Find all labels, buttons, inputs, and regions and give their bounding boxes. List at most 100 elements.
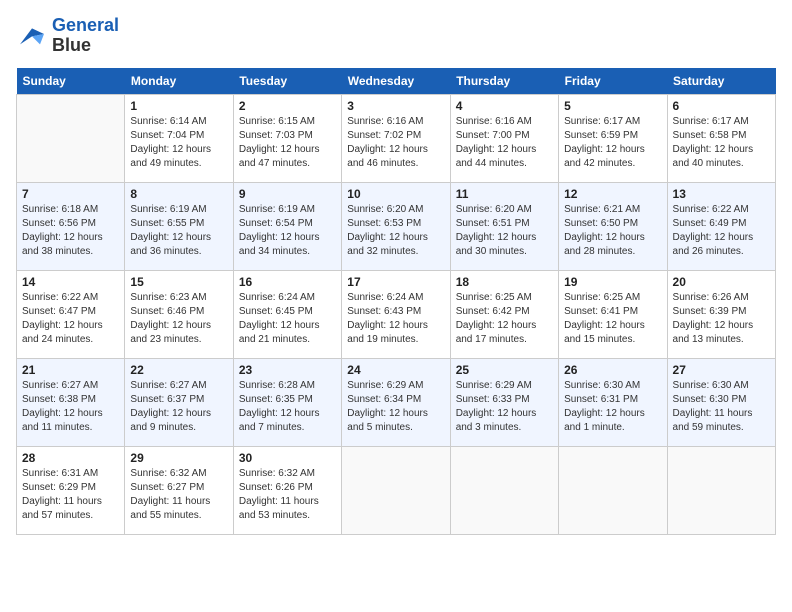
calendar-cell: 9 Sunrise: 6:19 AM Sunset: 6:54 PM Daylig… <box>233 182 341 270</box>
day-info: Sunrise: 6:27 AM Sunset: 6:38 PM Dayligh… <box>22 379 119 435</box>
day-info: Sunrise: 6:22 AM Sunset: 6:47 PM Dayligh… <box>22 291 119 347</box>
calendar-cell: 19 Sunrise: 6:25 AM Sunset: 6:41 PM Dayli… <box>559 270 667 358</box>
weekday-header-saturday: Saturday <box>667 68 775 95</box>
calendar-cell: 22 Sunrise: 6:27 AM Sunset: 6:37 PM Dayli… <box>125 358 233 446</box>
day-info: Sunrise: 6:30 AM Sunset: 6:31 PM Dayligh… <box>564 379 661 435</box>
day-number: 8 <box>130 187 227 201</box>
calendar-week-row: 21 Sunrise: 6:27 AM Sunset: 6:38 PM Dayli… <box>17 358 776 446</box>
weekday-header-friday: Friday <box>559 68 667 95</box>
calendar-cell: 7 Sunrise: 6:18 AM Sunset: 6:56 PM Daylig… <box>17 182 125 270</box>
calendar-cell: 8 Sunrise: 6:19 AM Sunset: 6:55 PM Daylig… <box>125 182 233 270</box>
day-number: 26 <box>564 363 661 377</box>
logo: General Blue <box>16 16 119 56</box>
day-info: Sunrise: 6:14 AM Sunset: 7:04 PM Dayligh… <box>130 115 227 171</box>
logo-icon <box>16 22 48 50</box>
weekday-header-tuesday: Tuesday <box>233 68 341 95</box>
day-number: 12 <box>564 187 661 201</box>
calendar-cell: 14 Sunrise: 6:22 AM Sunset: 6:47 PM Dayli… <box>17 270 125 358</box>
calendar-cell: 18 Sunrise: 6:25 AM Sunset: 6:42 PM Dayli… <box>450 270 558 358</box>
calendar-cell: 26 Sunrise: 6:30 AM Sunset: 6:31 PM Dayli… <box>559 358 667 446</box>
calendar-cell: 25 Sunrise: 6:29 AM Sunset: 6:33 PM Dayli… <box>450 358 558 446</box>
day-info: Sunrise: 6:29 AM Sunset: 6:34 PM Dayligh… <box>347 379 444 435</box>
weekday-header-wednesday: Wednesday <box>342 68 450 95</box>
day-number: 9 <box>239 187 336 201</box>
day-number: 17 <box>347 275 444 289</box>
day-number: 1 <box>130 99 227 113</box>
day-number: 15 <box>130 275 227 289</box>
calendar-cell <box>667 446 775 534</box>
day-info: Sunrise: 6:25 AM Sunset: 6:42 PM Dayligh… <box>456 291 553 347</box>
day-number: 4 <box>456 99 553 113</box>
weekday-header-thursday: Thursday <box>450 68 558 95</box>
calendar-cell: 6 Sunrise: 6:17 AM Sunset: 6:58 PM Daylig… <box>667 94 775 182</box>
calendar-cell: 1 Sunrise: 6:14 AM Sunset: 7:04 PM Daylig… <box>125 94 233 182</box>
day-info: Sunrise: 6:27 AM Sunset: 6:37 PM Dayligh… <box>130 379 227 435</box>
day-number: 18 <box>456 275 553 289</box>
day-number: 14 <box>22 275 119 289</box>
calendar-cell <box>450 446 558 534</box>
calendar-week-row: 7 Sunrise: 6:18 AM Sunset: 6:56 PM Daylig… <box>17 182 776 270</box>
day-info: Sunrise: 6:26 AM Sunset: 6:39 PM Dayligh… <box>673 291 770 347</box>
day-number: 25 <box>456 363 553 377</box>
calendar-cell: 24 Sunrise: 6:29 AM Sunset: 6:34 PM Dayli… <box>342 358 450 446</box>
calendar-cell: 13 Sunrise: 6:22 AM Sunset: 6:49 PM Dayli… <box>667 182 775 270</box>
calendar-cell: 2 Sunrise: 6:15 AM Sunset: 7:03 PM Daylig… <box>233 94 341 182</box>
day-number: 5 <box>564 99 661 113</box>
calendar-cell: 21 Sunrise: 6:27 AM Sunset: 6:38 PM Dayli… <box>17 358 125 446</box>
day-number: 10 <box>347 187 444 201</box>
day-number: 20 <box>673 275 770 289</box>
weekday-header-row: SundayMondayTuesdayWednesdayThursdayFrid… <box>17 68 776 95</box>
page-header: General Blue <box>16 16 776 56</box>
calendar-cell: 11Sunrise: 6:20 AM Sunset: 6:51 PM Dayli… <box>450 182 558 270</box>
day-info: Sunrise: 6:16 AM Sunset: 7:02 PM Dayligh… <box>347 115 444 171</box>
calendar-cell: 29 Sunrise: 6:32 AM Sunset: 6:27 PM Dayli… <box>125 446 233 534</box>
calendar-cell <box>559 446 667 534</box>
calendar-cell: 12Sunrise: 6:21 AM Sunset: 6:50 PM Dayli… <box>559 182 667 270</box>
day-info: Sunrise: 6:15 AM Sunset: 7:03 PM Dayligh… <box>239 115 336 171</box>
day-number: 21 <box>22 363 119 377</box>
day-number: 23 <box>239 363 336 377</box>
day-info: Sunrise: 6:18 AM Sunset: 6:56 PM Dayligh… <box>22 203 119 259</box>
day-number: 24 <box>347 363 444 377</box>
day-info: Sunrise: 6:30 AM Sunset: 6:30 PM Dayligh… <box>673 379 770 435</box>
weekday-header-monday: Monday <box>125 68 233 95</box>
day-info: Sunrise: 6:24 AM Sunset: 6:45 PM Dayligh… <box>239 291 336 347</box>
day-info: Sunrise: 6:17 AM Sunset: 6:59 PM Dayligh… <box>564 115 661 171</box>
day-number: 2 <box>239 99 336 113</box>
day-number: 28 <box>22 451 119 465</box>
day-number: 7 <box>22 187 119 201</box>
calendar-cell: 10 Sunrise: 6:20 AM Sunset: 6:53 PM Dayli… <box>342 182 450 270</box>
calendar-week-row: 28Sunrise: 6:31 AM Sunset: 6:29 PM Dayli… <box>17 446 776 534</box>
calendar-table: SundayMondayTuesdayWednesdayThursdayFrid… <box>16 68 776 535</box>
calendar-cell <box>17 94 125 182</box>
day-info: Sunrise: 6:32 AM Sunset: 6:27 PM Dayligh… <box>130 467 227 523</box>
calendar-cell: 4 Sunrise: 6:16 AM Sunset: 7:00 PM Daylig… <box>450 94 558 182</box>
day-number: 27 <box>673 363 770 377</box>
day-info: Sunrise: 6:16 AM Sunset: 7:00 PM Dayligh… <box>456 115 553 171</box>
day-number: 19 <box>564 275 661 289</box>
calendar-cell: 20 Sunrise: 6:26 AM Sunset: 6:39 PM Dayli… <box>667 270 775 358</box>
day-info: Sunrise: 6:29 AM Sunset: 6:33 PM Dayligh… <box>456 379 553 435</box>
day-info: Sunrise: 6:28 AM Sunset: 6:35 PM Dayligh… <box>239 379 336 435</box>
calendar-cell: 3Sunrise: 6:16 AM Sunset: 7:02 PM Daylig… <box>342 94 450 182</box>
calendar-cell: 15Sunrise: 6:23 AM Sunset: 6:46 PM Dayli… <box>125 270 233 358</box>
calendar-cell: 30Sunrise: 6:32 AM Sunset: 6:26 PM Dayli… <box>233 446 341 534</box>
calendar-cell: 5 Sunrise: 6:17 AM Sunset: 6:59 PM Daylig… <box>559 94 667 182</box>
day-number: 22 <box>130 363 227 377</box>
day-info: Sunrise: 6:25 AM Sunset: 6:41 PM Dayligh… <box>564 291 661 347</box>
day-number: 29 <box>130 451 227 465</box>
day-info: Sunrise: 6:22 AM Sunset: 6:49 PM Dayligh… <box>673 203 770 259</box>
calendar-cell: 27 Sunrise: 6:30 AM Sunset: 6:30 PM Dayli… <box>667 358 775 446</box>
calendar-week-row: 1 Sunrise: 6:14 AM Sunset: 7:04 PM Daylig… <box>17 94 776 182</box>
day-info: Sunrise: 6:24 AM Sunset: 6:43 PM Dayligh… <box>347 291 444 347</box>
calendar-cell: 23 Sunrise: 6:28 AM Sunset: 6:35 PM Dayli… <box>233 358 341 446</box>
day-number: 16 <box>239 275 336 289</box>
day-number: 6 <box>673 99 770 113</box>
day-number: 13 <box>673 187 770 201</box>
day-info: Sunrise: 6:17 AM Sunset: 6:58 PM Dayligh… <box>673 115 770 171</box>
calendar-cell: 17 Sunrise: 6:24 AM Sunset: 6:43 PM Dayli… <box>342 270 450 358</box>
day-info: Sunrise: 6:19 AM Sunset: 6:55 PM Dayligh… <box>130 203 227 259</box>
day-number: 11 <box>456 187 553 201</box>
day-info: Sunrise: 6:19 AM Sunset: 6:54 PM Dayligh… <box>239 203 336 259</box>
day-info: Sunrise: 6:20 AM Sunset: 6:53 PM Dayligh… <box>347 203 444 259</box>
